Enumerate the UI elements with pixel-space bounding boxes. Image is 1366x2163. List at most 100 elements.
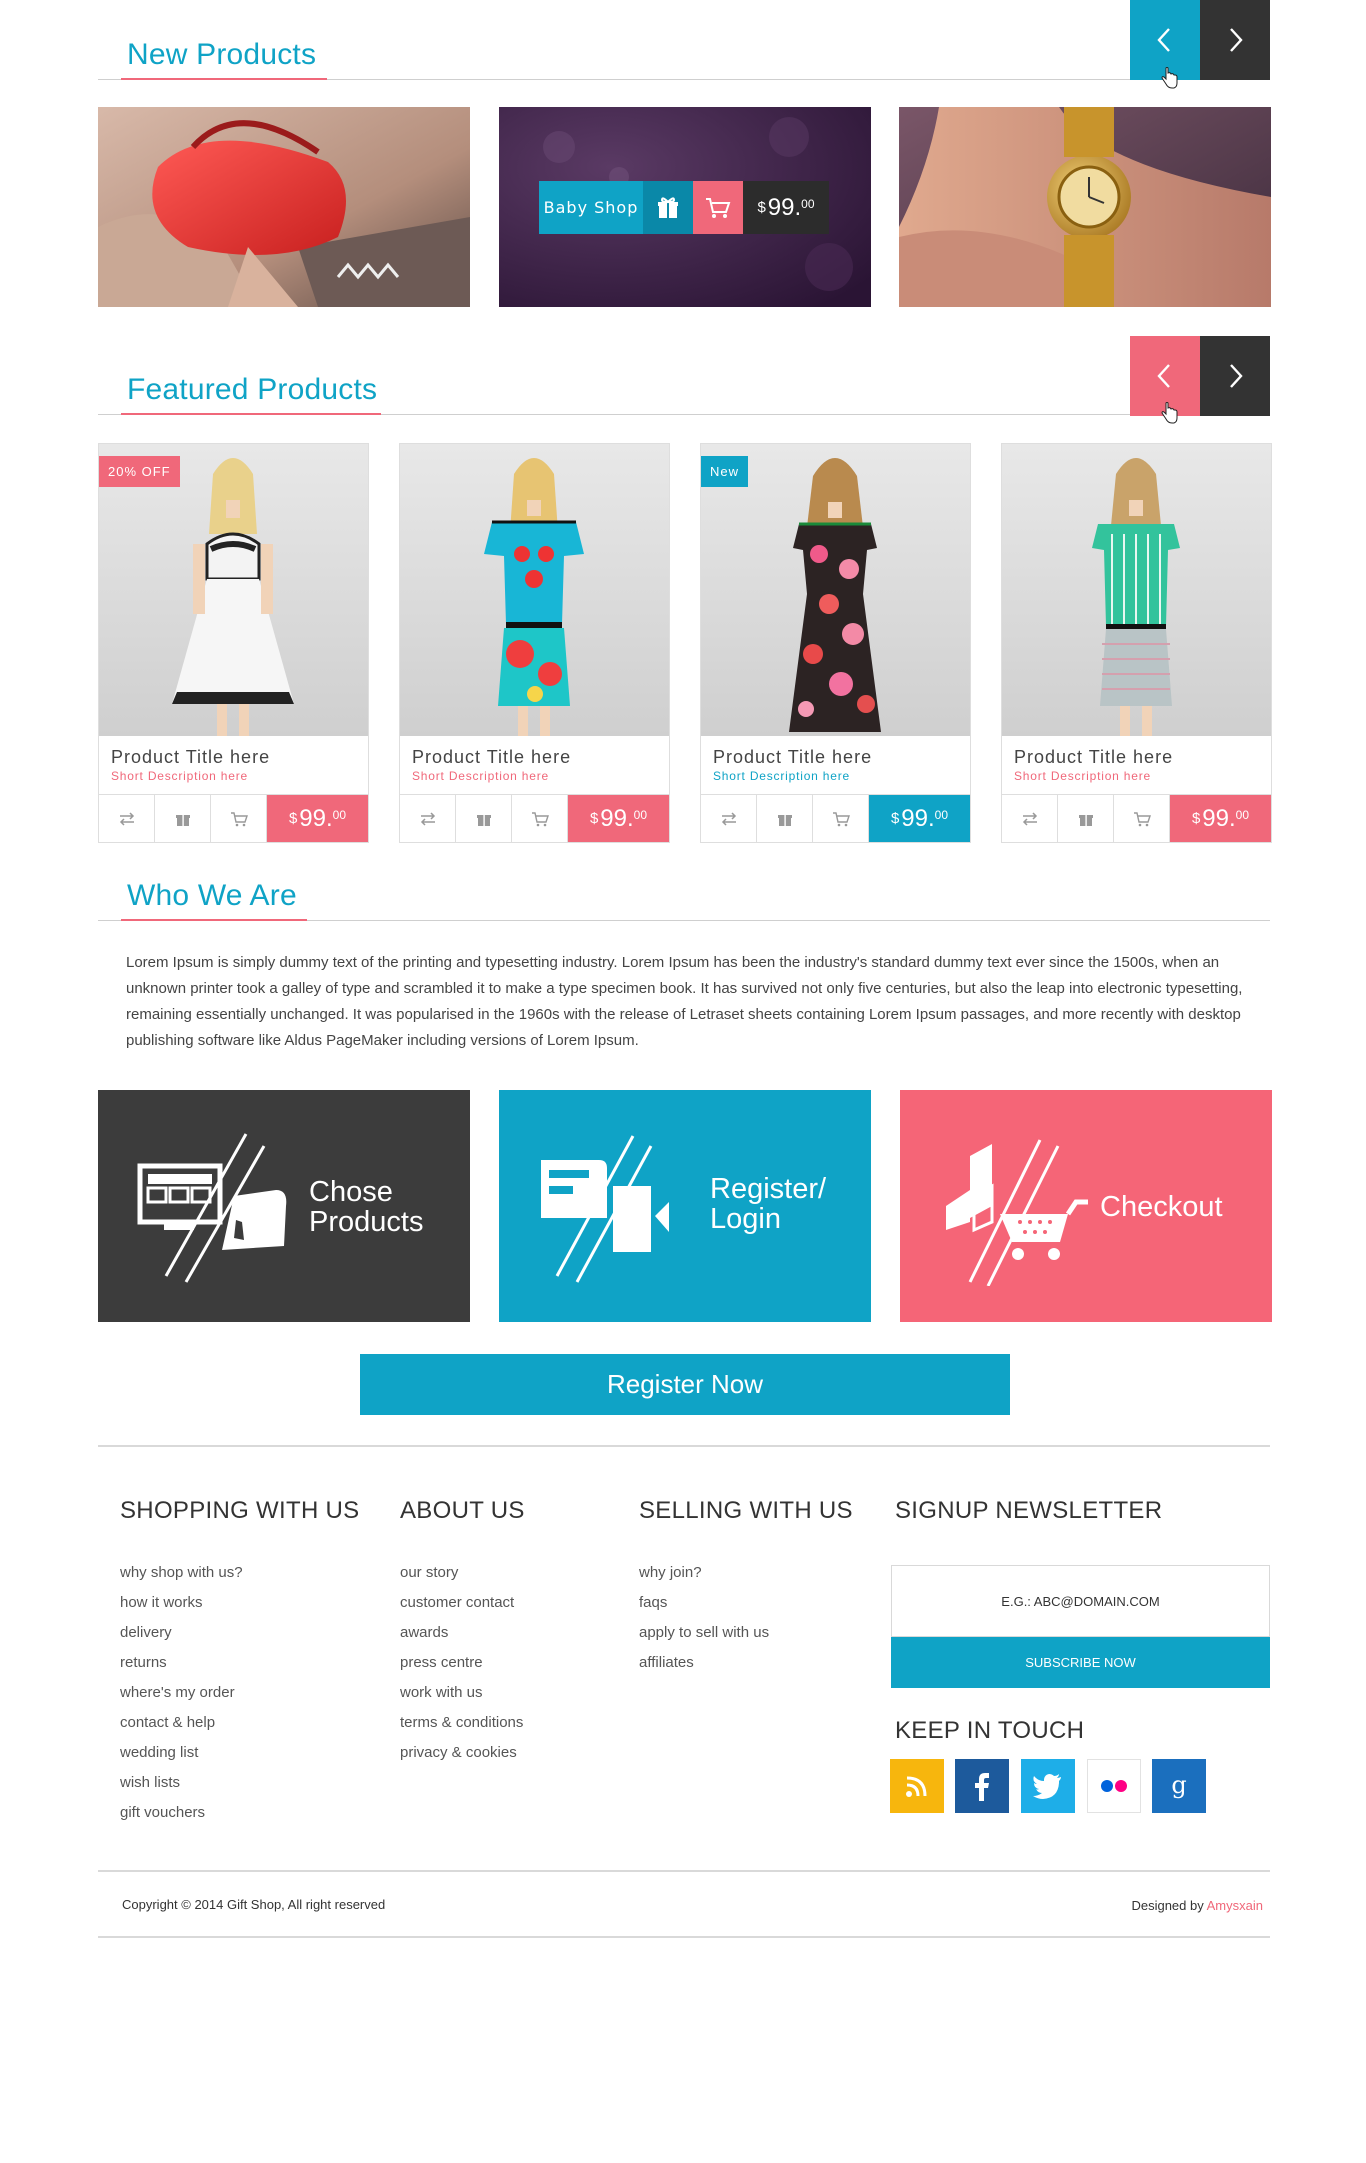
add-to-cart-button[interactable] [211, 795, 267, 843]
category-label[interactable]: Baby Shop [539, 181, 643, 234]
chevron-right-icon [1230, 364, 1243, 388]
facebook-button[interactable] [955, 1759, 1009, 1813]
footer-shopping-link[interactable]: delivery [120, 1623, 243, 1653]
product-title[interactable]: Product Title here [713, 747, 872, 768]
footer-selling-link[interactable]: faqs [639, 1593, 769, 1623]
featured-products-title: Featured Products [127, 373, 378, 406]
footer-list-selling: why join? faqs apply to sell with us affili… [639, 1563, 769, 1683]
footer-shopping-link[interactable]: wish lists [120, 1773, 243, 1803]
google-plus-icon: g [1171, 1771, 1186, 1799]
cart-icon [832, 812, 850, 827]
footer-about-link[interactable]: privacy & cookies [400, 1743, 523, 1773]
cart-icon [531, 812, 549, 827]
product-title[interactable]: Product Title here [1014, 747, 1173, 768]
product-title[interactable]: Product Title here [111, 747, 270, 768]
twitter-icon [1033, 1774, 1061, 1799]
cart-icon [230, 812, 248, 827]
step-checkout[interactable]: Checkout [900, 1090, 1272, 1322]
footer-heading-selling: SELLING WITH US [639, 1497, 853, 1524]
footer-shopping-link[interactable]: returns [120, 1653, 243, 1683]
new-product-card-handbag[interactable] [98, 107, 470, 307]
step-register-login[interactable]: Register/ Login [499, 1090, 871, 1322]
step-chose-products[interactable]: Chose Products [98, 1090, 470, 1322]
wishlist-button[interactable] [155, 795, 211, 843]
footer-about-link[interactable]: work with us [400, 1683, 523, 1713]
step-label: Checkout [1100, 1192, 1223, 1222]
footer-about-link[interactable]: terms & conditions [400, 1713, 523, 1743]
gift-button[interactable] [643, 181, 693, 234]
newsletter-email-input[interactable] [891, 1565, 1270, 1637]
price-cents: 00 [934, 807, 949, 822]
product-description: Short Description here [1014, 769, 1151, 783]
product-description: Short Description here [111, 769, 248, 783]
add-to-cart-button[interactable] [1114, 795, 1170, 843]
dress-photo-mint [1002, 444, 1271, 736]
footer-shopping-link[interactable]: wedding list [120, 1743, 243, 1773]
footer-divider [98, 1936, 1270, 1938]
gift-icon [658, 196, 678, 218]
product-card[interactable]: Product Title here Short Description her… [399, 443, 670, 843]
add-to-cart-button[interactable] [512, 795, 568, 843]
compare-icon [1022, 812, 1037, 826]
add-to-cart-button[interactable] [693, 181, 743, 234]
footer-about-link[interactable]: our story [400, 1563, 523, 1593]
compare-button[interactable] [1002, 795, 1058, 843]
footer-shopping-link[interactable]: where's my order [120, 1683, 243, 1713]
price-value: 99. [901, 804, 935, 832]
rss-button[interactable] [890, 1759, 944, 1813]
product-description: Short Description here [412, 769, 549, 783]
add-to-cart-button[interactable] [813, 795, 869, 843]
footer-about-link[interactable]: customer contact [400, 1593, 523, 1623]
compare-button[interactable] [400, 795, 456, 843]
wishlist-button[interactable] [757, 795, 813, 843]
dress-photo-floral [701, 444, 970, 736]
currency-symbol: $ [890, 810, 900, 827]
dress-photo-white [99, 444, 368, 736]
footer-shopping-link[interactable]: gift vouchers [120, 1803, 243, 1833]
footer-selling-link[interactable]: apply to sell with us [639, 1623, 769, 1653]
footer-shopping-link[interactable]: how it works [120, 1593, 243, 1623]
subscribe-button[interactable]: SUBSCRIBE NOW [891, 1637, 1270, 1688]
footer-selling-link[interactable]: affiliates [639, 1653, 769, 1683]
footer-about-link[interactable]: press centre [400, 1653, 523, 1683]
currency-symbol: $ [288, 810, 298, 827]
footer-shopping-link[interactable]: contact & help [120, 1713, 243, 1743]
wishlist-button[interactable] [456, 795, 512, 843]
hand-cursor-icon [1161, 67, 1178, 89]
product-title[interactable]: Product Title here [412, 747, 571, 768]
footer-shopping-link[interactable]: why shop with us? [120, 1563, 243, 1593]
product-description: Short Description here [713, 769, 850, 783]
compare-button[interactable] [99, 795, 155, 843]
footer-about-link[interactable]: awards [400, 1623, 523, 1653]
price-value: 99. [299, 804, 333, 832]
flickr-button[interactable] [1087, 1759, 1141, 1813]
google-plus-button[interactable]: g [1152, 1759, 1206, 1813]
product-actions: $99. 00 [99, 794, 368, 843]
cart-icon [706, 197, 731, 218]
product-price: $99. 00 [1170, 795, 1271, 842]
step-label-line: Checkout [1100, 1191, 1223, 1223]
featured-next-button[interactable] [1200, 336, 1270, 416]
footer-heading-about: ABOUT US [400, 1497, 525, 1524]
currency-symbol: $ [757, 199, 766, 216]
compare-icon [119, 812, 134, 826]
price-cents: 00 [1235, 807, 1250, 822]
discount-badge: 20% OFF [99, 456, 180, 487]
keep-in-touch-heading: KEEP IN TOUCH [895, 1717, 1085, 1744]
footer-selling-link[interactable]: why join? [639, 1563, 769, 1593]
designer-link[interactable]: Amysxain [1207, 1898, 1263, 1913]
who-we-are-title: Who We Are [127, 879, 297, 912]
twitter-button[interactable] [1021, 1759, 1075, 1813]
product-card[interactable]: New Product Title here Short Description… [700, 443, 971, 843]
register-now-button[interactable]: Register Now [360, 1354, 1010, 1415]
product-card[interactable]: Product Title here Short Description her… [1001, 443, 1272, 843]
product-card[interactable]: 20% OFF Product Title here Short Descrip… [98, 443, 369, 843]
new-products-next-button[interactable] [1200, 0, 1270, 80]
currency-symbol: $ [1191, 810, 1201, 827]
price-value: 99. [767, 193, 802, 221]
compare-button[interactable] [701, 795, 757, 843]
new-product-card-watch[interactable] [899, 107, 1271, 307]
price-value: 99. [1202, 804, 1236, 832]
wishlist-button[interactable] [1058, 795, 1114, 843]
step-label: Register/ Login [710, 1174, 826, 1234]
